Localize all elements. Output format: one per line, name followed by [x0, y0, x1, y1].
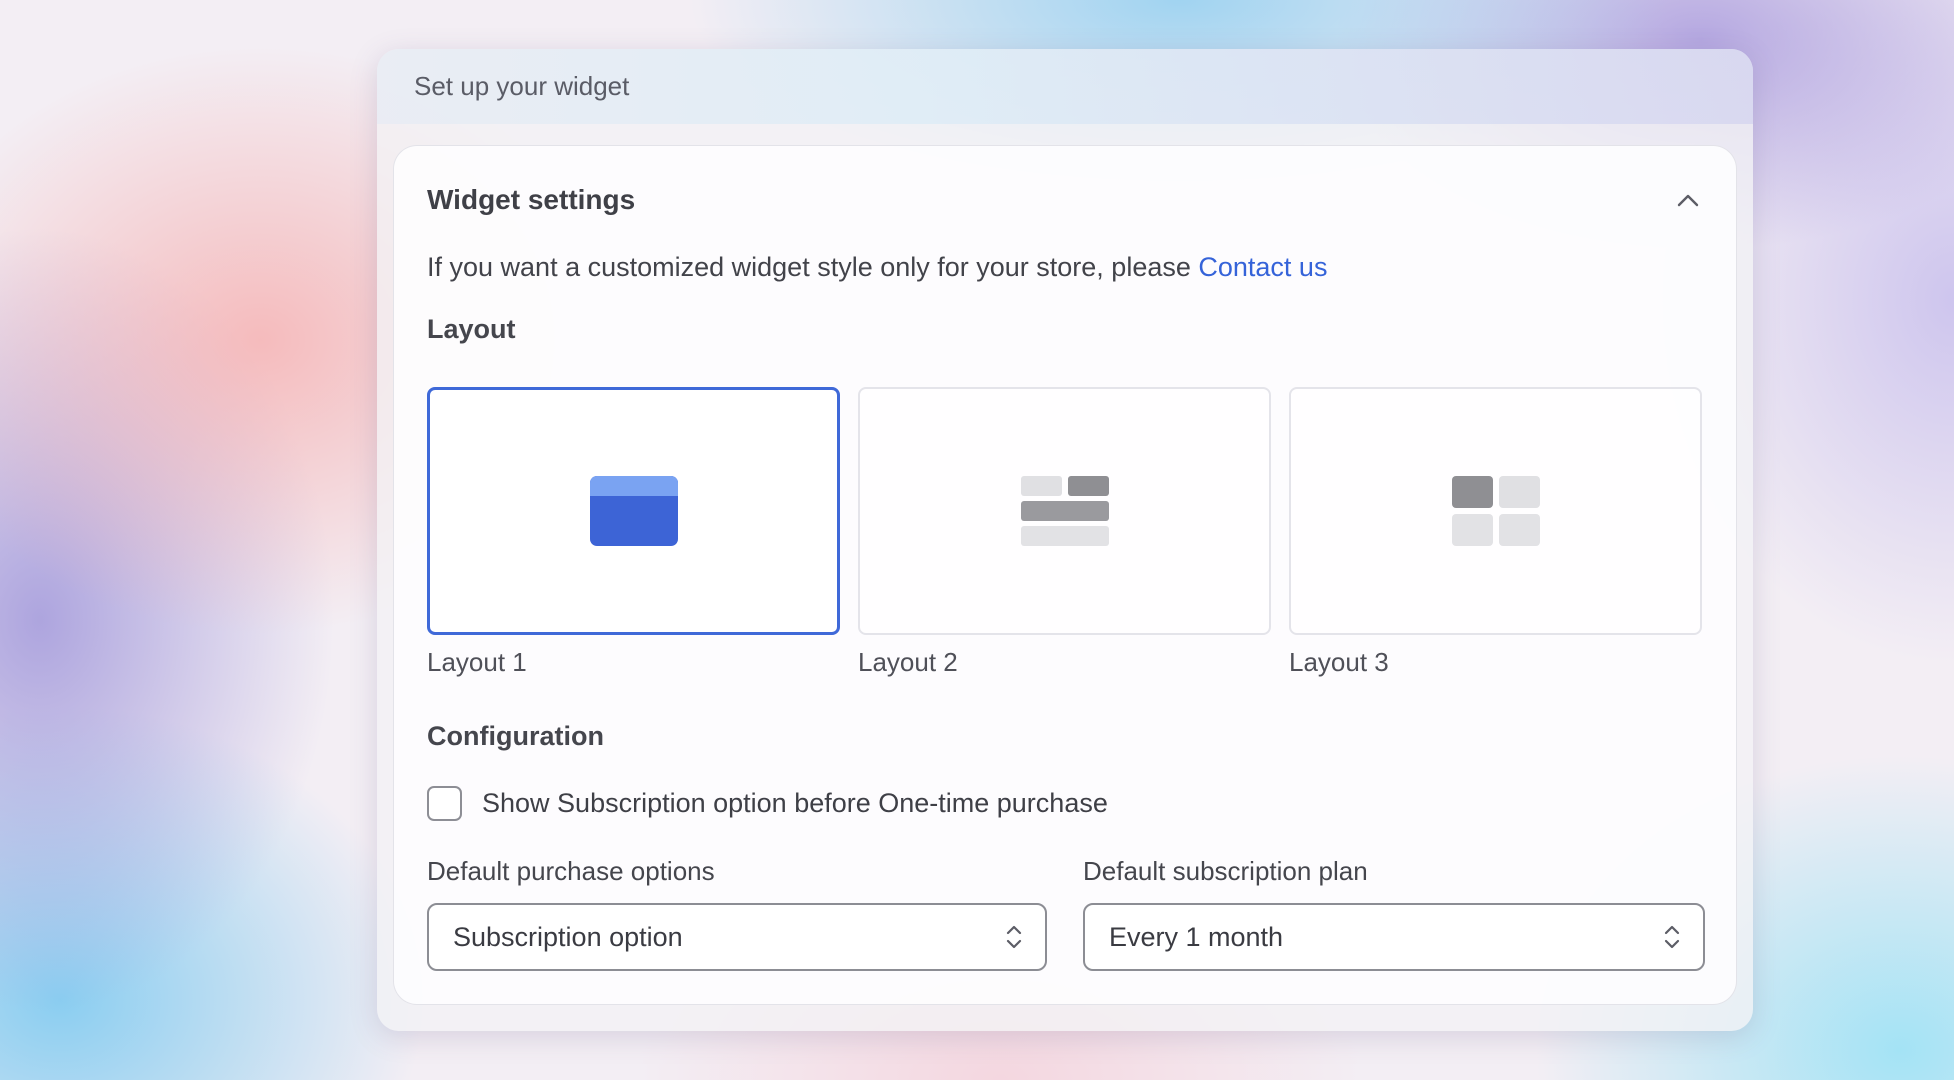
configuration-section-label: Configuration — [427, 721, 604, 751]
purchase-options-label: Default purchase options — [427, 856, 715, 886]
layout-2-label: Layout 2 — [858, 647, 958, 677]
card-header: Widget settings — [427, 184, 1703, 216]
select-arrows-icon — [1006, 925, 1022, 949]
layout-1-preview — [427, 387, 840, 635]
layout-3-label: Layout 3 — [1289, 647, 1389, 677]
subscription-first-label: Show Subscription option before One-time… — [482, 788, 1108, 818]
purchase-options-field: Default purchase options Subscription op… — [427, 856, 1047, 971]
intro-message: If you want a customized widget style on… — [427, 252, 1199, 282]
intro-text: If you want a customized widget style on… — [427, 252, 1327, 283]
layout-option-2[interactable]: Layout 2 — [858, 387, 1271, 678]
subscription-plan-label: Default subscription plan — [1083, 856, 1368, 886]
subscription-plan-field: Default subscription plan Every 1 month — [1083, 856, 1705, 971]
widget-settings-card: Widget settings If you want a customized… — [393, 145, 1737, 1005]
layout-option-1[interactable]: Layout 1 — [427, 387, 840, 678]
contact-us-link[interactable]: Contact us — [1198, 252, 1327, 282]
widget-setup-window: Set up your widget Widget settings If yo… — [377, 49, 1753, 1031]
window-titlebar: Set up your widget — [377, 49, 1753, 124]
subscription-plan-value: Every 1 month — [1109, 921, 1284, 952]
layout-section-label: Layout — [427, 314, 516, 344]
subscription-plan-select[interactable]: Every 1 month — [1083, 903, 1705, 971]
layout-option-3[interactable]: Layout 3 — [1289, 387, 1702, 678]
stacked-rows-layout-icon — [1020, 476, 1109, 546]
subscription-first-checkbox[interactable] — [427, 786, 462, 821]
collapse-button[interactable] — [1673, 185, 1703, 215]
layout-options: Layout 1 Layout 2 Layout 3 — [427, 387, 1702, 678]
purchase-options-select[interactable]: Subscription option — [427, 903, 1047, 971]
layout-1-label: Layout 1 — [427, 647, 527, 677]
layout-3-preview — [1289, 387, 1702, 635]
single-card-layout-icon — [589, 476, 678, 546]
grid-layout-icon — [1451, 476, 1540, 546]
select-arrows-icon — [1664, 925, 1680, 949]
window-title: Set up your widget — [414, 71, 630, 101]
chevron-up-icon — [1677, 194, 1699, 207]
subscription-first-option[interactable]: Show Subscription option before One-time… — [427, 786, 1108, 821]
purchase-options-value: Subscription option — [453, 921, 683, 952]
card-title: Widget settings — [427, 184, 636, 215]
layout-2-preview — [858, 387, 1271, 635]
